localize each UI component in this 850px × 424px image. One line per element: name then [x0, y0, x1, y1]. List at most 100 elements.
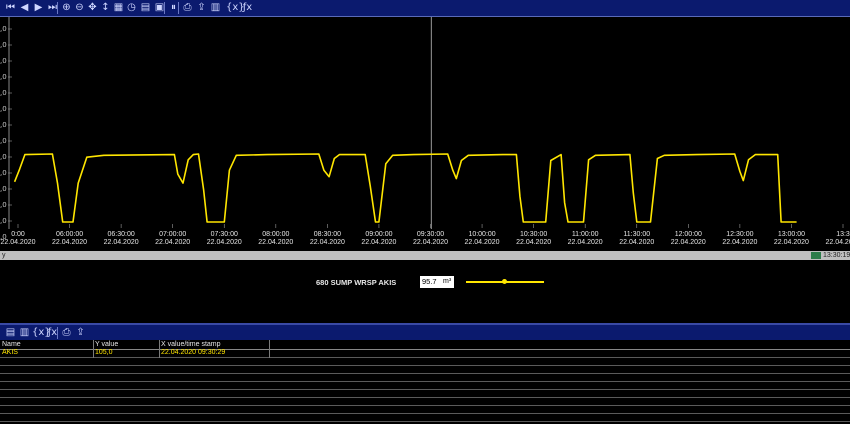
- x-tick-label: 09:00:00 22.04.2020: [360, 231, 398, 247]
- x-tick-label: 13:322.04.2020: [824, 231, 850, 247]
- y-tick-label: ,0: [0, 57, 7, 65]
- x-tick-date: 22.04.2020: [825, 239, 850, 246]
- y-tick-label: ,0: [0, 217, 7, 225]
- export-icon[interactable]: ⇪: [74, 326, 87, 339]
- x-tick-label: 07:30:00 22.04.2020: [205, 231, 243, 247]
- x-tick-date: 22.04.2020: [567, 239, 603, 246]
- export-icon[interactable]: ⇪: [195, 1, 208, 14]
- chart-statusbar: y 13:30:19: [0, 251, 850, 260]
- columns-icon[interactable]: ▥: [18, 326, 31, 339]
- row-separator: [0, 365, 850, 366]
- toolbar-separator: [57, 2, 58, 14]
- x-tick-time: 12:30:00: [726, 231, 754, 238]
- legend-series-label: 680 SUMP WRSP AKIS: [316, 278, 397, 287]
- x-tick-time: 10:00:00: [468, 231, 496, 238]
- trend-chart[interactable]: [8, 17, 850, 238]
- x-tick-label: 0:00 22.04.2020: [0, 231, 37, 247]
- x-tick-time: 09:00:00: [365, 231, 393, 238]
- x-tick-time: 11:00:00: [571, 231, 599, 238]
- legend-unit: m³: [443, 278, 452, 285]
- first-icon[interactable]: ⏮: [4, 1, 17, 14]
- cell-x-value: 22.04.2020 09:30:29: [161, 349, 226, 356]
- time-sync-icon[interactable]: [811, 252, 821, 259]
- status-time: 13:30:19: [823, 252, 850, 259]
- row-separator: [0, 405, 850, 406]
- row-separator: [0, 389, 850, 390]
- y-tick-label: ,0: [0, 73, 7, 81]
- legend-marker: [502, 279, 507, 284]
- status-left-text: y: [2, 252, 6, 259]
- x-tick-date: 22.04.2020: [309, 239, 345, 246]
- x-tick-date: 22.04.2020: [464, 239, 500, 246]
- toolbar-separator: [164, 2, 165, 14]
- y-tick-label: ,0: [0, 41, 7, 49]
- bracket-icon[interactable]: {x}: [32, 326, 51, 339]
- x-tick-time: 13:00:00: [777, 231, 806, 238]
- y-tick-label: ,0: [0, 185, 7, 193]
- chart-toolbar: ⏮ ◀ ▶ ⏭ ⊕ ⊖ ✥ ↕ ▦ ◷ ▤ ▣ ⏸ ⎙ ⇪ ▥ {x} ƒx: [0, 0, 850, 17]
- x-tick-label: 11:30:00 22.04.2020: [618, 231, 656, 247]
- column-separator[interactable]: [93, 340, 94, 358]
- x-tick-time: 0:00: [11, 231, 25, 238]
- toolbar-separator: [178, 2, 179, 14]
- x-tick-date: 22.04.2020: [722, 239, 758, 246]
- toolbar-separator: [57, 327, 58, 339]
- x-tick-time: 06:30:00: [107, 231, 135, 238]
- zoom-out-icon[interactable]: ⊖: [73, 1, 86, 14]
- y-tick-label: ,0: [0, 169, 7, 177]
- y-tick-label: ,0: [0, 89, 7, 97]
- x-tick-label: 10:00:00 22.04.2020: [463, 231, 501, 247]
- col-header-name[interactable]: Name: [2, 340, 21, 349]
- y-tick-label: ,0: [0, 137, 7, 145]
- scale-icon[interactable]: ↕: [99, 1, 112, 14]
- x-tick-time: 07:30:00: [210, 231, 238, 238]
- formula-icon[interactable]: ƒx: [241, 1, 254, 14]
- chart-svg[interactable]: [8, 17, 850, 238]
- table-icon[interactable]: ▤: [139, 1, 152, 14]
- x-tick-date: 22.04.2020: [206, 239, 242, 246]
- zoom-in-icon[interactable]: ⊕: [60, 1, 73, 14]
- list-icon[interactable]: ▤: [4, 326, 17, 339]
- pan-icon[interactable]: ✥: [86, 1, 99, 14]
- x-tick-label: 11:00:00 22.04.2020: [566, 231, 604, 247]
- y-tick-label: ,0: [0, 25, 7, 33]
- print-icon[interactable]: ⎙: [181, 1, 194, 14]
- x-tick-label: 08:00:00 22.04.2020: [257, 231, 295, 247]
- column-separator[interactable]: [159, 340, 160, 358]
- x-tick-time: 08:00:00: [262, 231, 290, 238]
- x-tick-date: 22.04.2020: [103, 239, 139, 246]
- cell-y-value: 105,0: [95, 349, 113, 356]
- x-tick-label: 12:00:00 22.04.2020: [669, 231, 707, 247]
- x-tick-date: 22.04.2020: [619, 239, 655, 246]
- x-tick-label: 09:30:00 22.04.2020: [412, 231, 450, 247]
- clock-icon[interactable]: ◷: [125, 1, 138, 14]
- x-tick-time: 11:30:00: [623, 231, 651, 238]
- x-tick-date: 22.04.2020: [412, 239, 449, 246]
- next-icon[interactable]: ▶: [32, 1, 45, 14]
- series-line[interactable]: [13, 153, 797, 223]
- y-tick-label: ,0: [0, 153, 7, 161]
- grid-icon[interactable]: ▦: [112, 1, 125, 14]
- print-icon[interactable]: ⎙: [60, 326, 73, 339]
- col-header-y-value[interactable]: Y value: [95, 340, 118, 349]
- x-tick-time: 12:00:00: [674, 231, 702, 238]
- x-tick-label: 13:00:00 22.04.2020: [772, 231, 810, 247]
- x-tick-date: 22.04.2020: [773, 239, 809, 246]
- x-tick-time: 06:00:00: [55, 231, 84, 238]
- x-tick-label: 08:30:00 22.04.2020: [308, 231, 346, 247]
- x-tick-date: 22.04.2020: [516, 239, 552, 246]
- x-tick-label: 06:30:00 22.04.2020: [102, 231, 140, 247]
- x-tick-time: 08:30:00: [313, 231, 341, 238]
- prev-icon[interactable]: ◀: [18, 1, 31, 14]
- y-tick-label: ,0: [0, 201, 7, 209]
- x-tick-time: 10:30:00: [520, 231, 548, 238]
- col-header-x-value[interactable]: X value/time stamp: [161, 340, 221, 349]
- x-tick-label: 07:00:00 22.04.2020: [154, 231, 192, 247]
- x-tick-time: 07:00:00: [159, 231, 187, 238]
- column-separator[interactable]: [269, 340, 270, 358]
- x-tick-date: 22.04.2020: [361, 239, 397, 246]
- cursor-icon[interactable]: ▥: [209, 1, 222, 14]
- x-tick-time: 13:3: [836, 231, 850, 238]
- row-separator: [0, 357, 850, 358]
- bracket-icon[interactable]: {x}: [226, 1, 245, 14]
